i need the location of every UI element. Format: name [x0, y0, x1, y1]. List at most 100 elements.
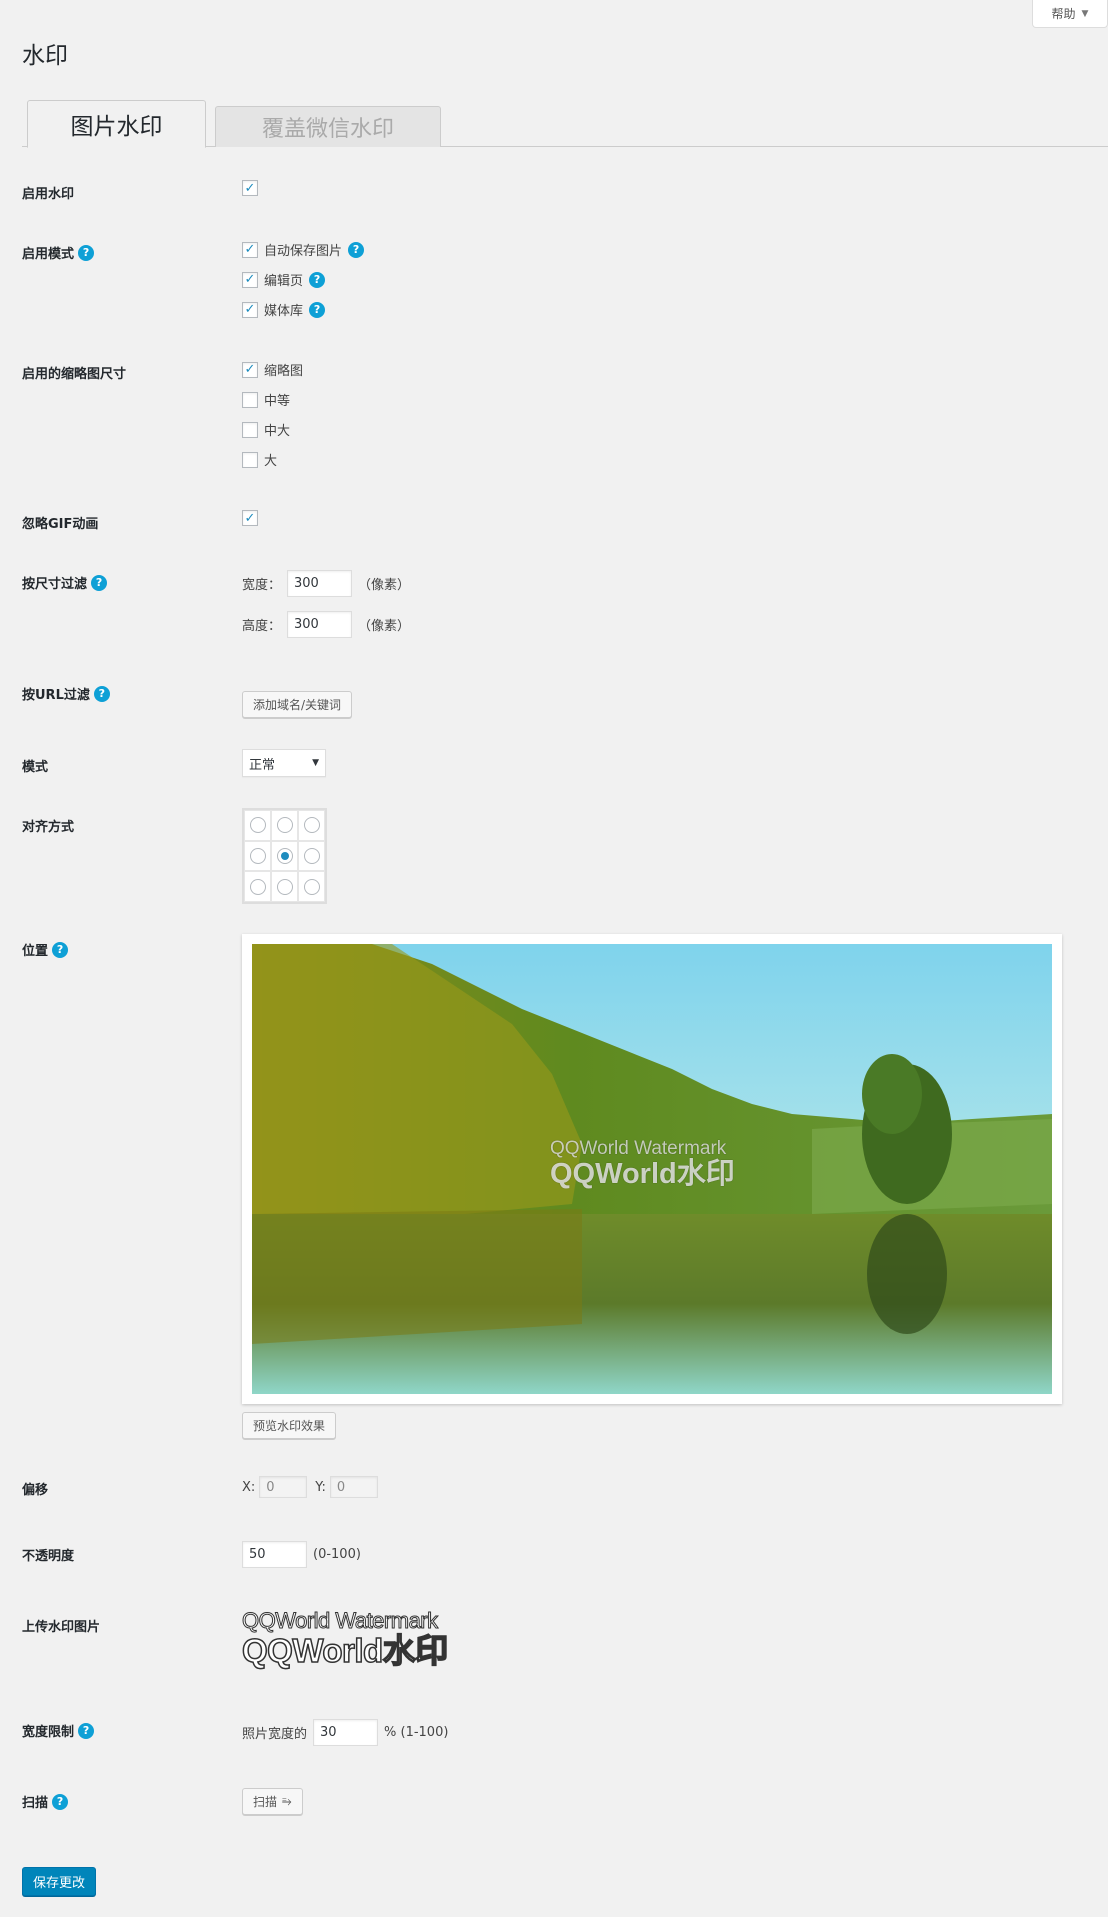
- align-cell: [271, 840, 298, 872]
- align-center-radio[interactable]: [276, 847, 293, 864]
- align-top-left-radio[interactable]: [249, 817, 266, 834]
- thumb-option-medium-large: 中大: [242, 420, 290, 439]
- width-unit-label: （像素）: [358, 578, 411, 593]
- upload-watermark-label: 上传水印图片: [22, 1616, 100, 1635]
- save-changes-button[interactable]: 保存更改: [22, 1867, 96, 1896]
- page-title: 水印: [22, 43, 68, 69]
- opacity-field: 50 (0-100): [242, 1541, 361, 1568]
- enable-mode-text: 启用模式: [22, 247, 75, 262]
- width-limit-suffix: % (1-100): [384, 1725, 449, 1740]
- align-top-right-radio[interactable]: [303, 817, 320, 834]
- mode-option-media-library: ✓ 媒体库 ?: [242, 300, 326, 319]
- landscape-preview-image: QQWorld Watermark QQWorld水印: [252, 944, 1052, 1394]
- offset-label: 偏移: [22, 1479, 48, 1498]
- scan-field: 扫描 ⥱: [242, 1788, 303, 1815]
- height-filter-field: 高度： 300 （像素）: [242, 611, 410, 638]
- offset-y-label: Y:: [315, 1479, 326, 1495]
- preview-button-field: 预览水印效果: [242, 1412, 337, 1439]
- preview-watermark-button[interactable]: 预览水印效果: [242, 1412, 337, 1439]
- alignment-label: 对齐方式: [22, 816, 74, 835]
- height-filter-input[interactable]: 300: [287, 611, 353, 638]
- align-cell: [271, 871, 298, 902]
- mode-label: 模式: [22, 756, 48, 775]
- edit-page-label: 编辑页: [264, 274, 304, 289]
- thumbnail-label: 缩略图: [264, 364, 304, 379]
- offset-text: 偏移: [22, 1483, 49, 1498]
- scan-button[interactable]: 扫描 ⥱: [242, 1788, 303, 1815]
- width-filter-input[interactable]: 300: [287, 570, 353, 597]
- align-middle-left-radio[interactable]: [249, 847, 266, 864]
- offset-y-input[interactable]: 0: [329, 1476, 378, 1498]
- align-bottom-left-radio[interactable]: [249, 878, 266, 895]
- height-filter-label: 高度：: [242, 619, 282, 634]
- thumb-sizes-label: 启用的缩略图尺寸: [22, 363, 126, 382]
- help-icon[interactable]: ?: [52, 1793, 69, 1810]
- width-filter-field: 宽度： 300 （像素）: [242, 570, 410, 597]
- large-checkbox[interactable]: [242, 451, 258, 468]
- url-filter-field: 添加域名/关键词: [242, 691, 353, 718]
- ignore-gif-field: ✓: [242, 510, 258, 526]
- align-cell: [271, 810, 298, 841]
- chevron-down-icon: ▼: [312, 758, 319, 768]
- offset-x-input[interactable]: 0: [259, 1476, 308, 1498]
- medium-checkbox[interactable]: [242, 391, 258, 408]
- autosave-checkbox[interactable]: ✓: [242, 241, 258, 258]
- tab-wechat-watermark[interactable]: 覆盖微信水印: [215, 106, 441, 147]
- enable-watermark-text: 启用水印: [22, 187, 75, 202]
- align-middle-right-radio[interactable]: [303, 847, 320, 864]
- scan-button-label: 扫描: [253, 1795, 278, 1809]
- align-top-center-radio[interactable]: [276, 817, 293, 834]
- help-icon[interactable]: ?: [309, 271, 326, 288]
- offset-x-label: X:: [242, 1479, 256, 1495]
- mode-option-edit-page: ✓ 编辑页 ?: [242, 270, 326, 289]
- opacity-input[interactable]: 50: [242, 1541, 307, 1568]
- width-limit-prefix: 照片宽度的: [242, 1727, 308, 1742]
- tab-image-watermark[interactable]: 图片水印: [27, 100, 206, 148]
- thumb-sizes-text: 启用的缩略图尺寸: [22, 367, 127, 382]
- add-domain-keyword-button[interactable]: 添加域名/关键词: [242, 691, 353, 718]
- help-icon[interactable]: ?: [52, 941, 69, 958]
- upload-watermark-text: 上传水印图片: [22, 1620, 101, 1635]
- mode-select-value: 正常: [249, 757, 276, 773]
- position-preview-frame[interactable]: QQWorld Watermark QQWorld水印: [242, 934, 1062, 1404]
- ignore-gif-text: 忽略GIF动画: [22, 517, 99, 532]
- help-icon[interactable]: ?: [91, 574, 108, 591]
- thumb-option-thumbnail: ✓ 缩略图: [242, 360, 303, 379]
- help-tab-button[interactable]: 帮助 ▼: [1032, 0, 1108, 28]
- mode-select[interactable]: 正常 ▼: [242, 749, 326, 777]
- medium-large-label: 中大: [264, 424, 291, 439]
- medium-large-checkbox[interactable]: [242, 421, 258, 438]
- help-icon[interactable]: ?: [93, 685, 110, 702]
- opacity-range-label: (0-100): [313, 1547, 361, 1562]
- thumb-option-large: 大: [242, 450, 277, 469]
- enable-watermark-field: ✓: [242, 180, 258, 196]
- media-library-label: 媒体库: [264, 304, 304, 319]
- help-icon[interactable]: ?: [309, 301, 326, 318]
- position-text: 位置: [22, 944, 49, 959]
- thumb-option-medium: 中等: [242, 390, 290, 409]
- watermark-image-line2: QQWorld水印: [241, 1632, 449, 1669]
- align-cell: [298, 840, 325, 872]
- enable-watermark-checkbox[interactable]: ✓: [242, 180, 258, 196]
- dropdown-arrow-icon: ▼: [1081, 8, 1089, 19]
- align-bottom-center-radio[interactable]: [276, 878, 293, 895]
- url-filter-label: 按URL过滤 ?: [22, 684, 110, 703]
- watermark-image-thumbnail[interactable]: QQWorld Watermark QQWorld水印: [241, 1608, 449, 1669]
- help-icon[interactable]: ?: [78, 244, 95, 261]
- width-limit-input[interactable]: 30: [313, 1719, 379, 1746]
- help-icon[interactable]: ?: [348, 241, 365, 258]
- position-label: 位置 ?: [22, 940, 69, 959]
- help-icon[interactable]: ?: [78, 1722, 95, 1739]
- preview-watermark: QQWorld Watermark QQWorld水印: [550, 1138, 735, 1189]
- thumbnail-checkbox[interactable]: ✓: [242, 361, 258, 378]
- media-library-checkbox[interactable]: ✓: [242, 301, 258, 318]
- align-bottom-right-radio[interactable]: [303, 878, 320, 895]
- edit-page-checkbox[interactable]: ✓: [242, 271, 258, 288]
- width-limit-text: 宽度限制: [22, 1725, 75, 1740]
- preview-watermark-line2: QQWorld水印: [550, 1158, 735, 1190]
- opacity-label: 不透明度: [22, 1545, 74, 1564]
- ignore-gif-checkbox[interactable]: ✓: [242, 510, 258, 526]
- align-cell: [244, 840, 271, 872]
- mode-field: 正常 ▼: [242, 749, 326, 777]
- scan-icon: ⥱: [282, 1794, 292, 1808]
